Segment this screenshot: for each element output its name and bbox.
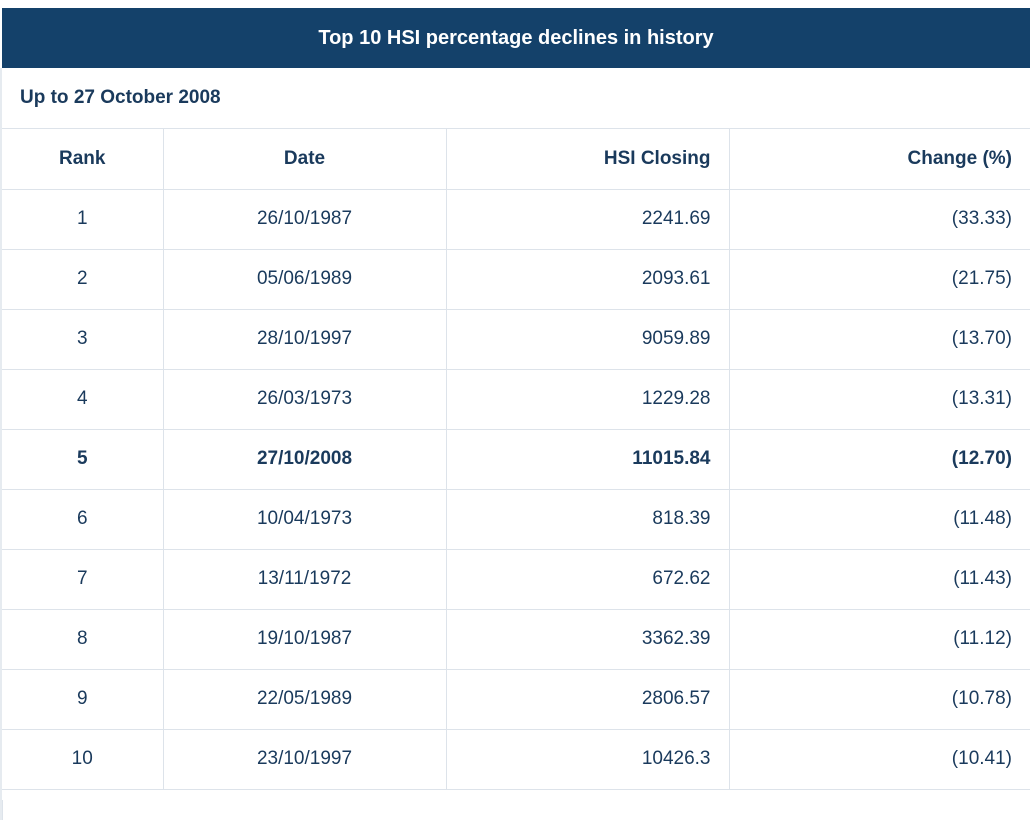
cell-date: 23/10/1997 [163, 729, 447, 790]
table-row: 6 10/04/1973 818.39 (11.48) [2, 489, 1030, 550]
cell-hsi-closing: 672.62 [446, 549, 730, 610]
cell-date: 19/10/1987 [163, 609, 447, 670]
header-row: Rank Date HSI Closing Change (%) [2, 129, 1030, 190]
cell-rank: 7 [2, 549, 164, 610]
cell-change: (11.12) [729, 609, 1030, 670]
cell-date: 13/11/1972 [163, 549, 447, 610]
cell-rank: 10 [2, 729, 164, 790]
cell-hsi-closing: 9059.89 [446, 309, 730, 370]
table-title: Top 10 HSI percentage declines in histor… [318, 26, 714, 49]
cell-change: (11.43) [729, 549, 1030, 610]
cell-change: (12.70) [729, 429, 1030, 490]
table-row: 1 26/10/1987 2241.69 (33.33) [2, 189, 1030, 250]
cell-rank: 9 [2, 669, 164, 730]
cell-change: (13.70) [729, 309, 1030, 370]
table-row: 3 28/10/1997 9059.89 (13.70) [2, 309, 1030, 370]
cell-hsi-closing: 818.39 [446, 489, 730, 550]
cell-rank: 4 [2, 369, 164, 430]
cell-date: 28/10/1997 [163, 309, 447, 370]
header-change: Change (%) [729, 129, 1030, 190]
cell-change: (10.41) [729, 729, 1030, 790]
cell-change: (33.33) [729, 189, 1030, 250]
table-footer [2, 800, 1031, 820]
header-rank: Rank [2, 129, 164, 190]
declines-table: Rank Date HSI Closing Change (%) 1 26/10/… [2, 129, 1030, 790]
table-subtitle-bar: Up to 27 October 2008 [2, 68, 1030, 129]
header-hsi-closing: HSI Closing [446, 129, 730, 190]
cell-hsi-closing: 1229.28 [446, 369, 730, 430]
cell-rank: 8 [2, 609, 164, 670]
cell-change: (21.75) [729, 249, 1030, 310]
table-row: 8 19/10/1987 3362.39 (11.12) [2, 609, 1030, 670]
table-subtitle: Up to 27 October 2008 [20, 87, 221, 108]
cell-hsi-closing: 10426.3 [446, 729, 730, 790]
header-date: Date [163, 129, 447, 190]
table-row: 5 27/10/2008 11015.84 (12.70) [2, 429, 1030, 490]
cell-hsi-closing: 3362.39 [446, 609, 730, 670]
cell-hsi-closing: 11015.84 [446, 429, 730, 490]
cell-hsi-closing: 2093.61 [446, 249, 730, 310]
cell-hsi-closing: 2806.57 [446, 669, 730, 730]
cell-change: (10.78) [729, 669, 1030, 730]
table-row: 4 26/03/1973 1229.28 (13.31) [2, 369, 1030, 430]
table-card: Top 10 HSI percentage declines in histor… [0, 0, 1032, 820]
table-row: 7 13/11/1972 672.62 (11.43) [2, 549, 1030, 610]
cell-change: (11.48) [729, 489, 1030, 550]
table-row: 10 23/10/1997 10426.3 (10.41) [2, 729, 1030, 790]
table-title-bar: Top 10 HSI percentage declines in histor… [2, 8, 1030, 68]
cell-date: 26/10/1987 [163, 189, 447, 250]
cell-date: 05/06/1989 [163, 249, 447, 310]
cell-date: 27/10/2008 [163, 429, 447, 490]
table-row: 9 22/05/1989 2806.57 (10.78) [2, 669, 1030, 730]
cell-rank: 1 [2, 189, 164, 250]
cell-rank: 6 [2, 489, 164, 550]
cell-hsi-closing: 2241.69 [446, 189, 730, 250]
cell-rank: 3 [2, 309, 164, 370]
table-row: 2 05/06/1989 2093.61 (21.75) [2, 249, 1030, 310]
cell-date: 22/05/1989 [163, 669, 447, 730]
cell-rank: 2 [2, 249, 164, 310]
cell-date: 26/03/1973 [163, 369, 447, 430]
cell-date: 10/04/1973 [163, 489, 447, 550]
cell-rank: 5 [2, 429, 164, 490]
cell-change: (13.31) [729, 369, 1030, 430]
